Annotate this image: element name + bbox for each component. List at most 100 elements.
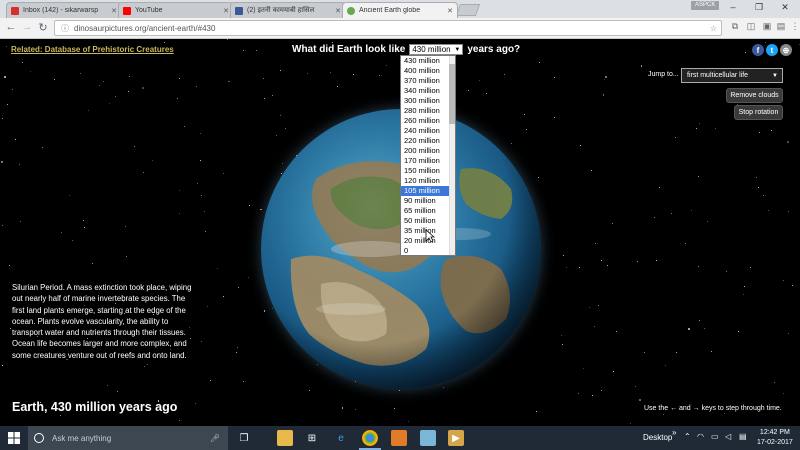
- year-option[interactable]: 300 million: [401, 96, 455, 106]
- star: [636, 260, 638, 262]
- star: [1, 161, 4, 163]
- app-icon[interactable]: [420, 430, 436, 446]
- year-dropdown-list[interactable]: 430 million 400 million 370 million 340 mil…: [400, 55, 456, 256]
- address-bar[interactable]: ⓘ dinosaurpictures.org/ancient-earth/#43…: [54, 20, 722, 36]
- tab-gmail[interactable]: Inbox (142) - sikarwarsp ✕: [6, 2, 122, 18]
- cortana-icon: [34, 433, 44, 443]
- extension-icon[interactable]: ◫: [744, 21, 758, 32]
- year-option[interactable]: 370 million: [401, 76, 455, 86]
- twitter-share-icon[interactable]: t: [766, 44, 778, 56]
- star: [655, 260, 657, 262]
- remove-clouds-button[interactable]: Remove clouds: [727, 89, 782, 102]
- file-explorer-icon[interactable]: [277, 430, 293, 446]
- chrome-icon[interactable]: [362, 430, 378, 446]
- edge-icon[interactable]: e: [333, 430, 349, 446]
- star: [11, 89, 13, 91]
- star: [726, 270, 728, 272]
- star: [597, 304, 599, 306]
- page-content: Related: Database of Prehistoric Creatur…: [0, 39, 800, 426]
- microphone-icon[interactable]: 🎤︎: [210, 434, 220, 443]
- dropdown-scrollbar[interactable]: [449, 56, 455, 255]
- star: [601, 389, 603, 391]
- bookmark-star-icon[interactable]: ☆: [710, 24, 717, 33]
- notifications-icon[interactable]: ▤: [739, 432, 747, 441]
- extension-icon[interactable]: ▣: [760, 21, 774, 32]
- year-select[interactable]: 430 million ▼: [409, 44, 464, 55]
- tab-facebook[interactable]: (2) इतनी कामयाबी हासिल ✕: [230, 2, 346, 18]
- minimize-icon[interactable]: –: [722, 2, 744, 12]
- year-option[interactable]: 65 million: [401, 206, 455, 216]
- close-icon[interactable]: ✕: [223, 7, 229, 15]
- star: [697, 266, 699, 268]
- year-option[interactable]: 50 million: [401, 216, 455, 226]
- close-icon[interactable]: ✕: [447, 7, 453, 15]
- year-option[interactable]: 260 million: [401, 116, 455, 126]
- show-hidden-icons[interactable]: ⌃: [684, 432, 691, 441]
- battery-icon[interactable]: ▭: [711, 432, 719, 441]
- year-option[interactable]: 220 million: [401, 136, 455, 146]
- close-icon[interactable]: ✕: [111, 7, 117, 15]
- close-window-icon[interactable]: ✕: [774, 2, 796, 13]
- reload-icon[interactable]: ↻: [36, 21, 50, 34]
- year-option[interactable]: 400 million: [401, 66, 455, 76]
- task-view-icon[interactable]: ❐: [236, 430, 252, 446]
- extension-icon[interactable]: ⧉: [728, 21, 742, 32]
- star: [128, 90, 130, 92]
- star: [644, 352, 646, 354]
- media-player-icon[interactable]: ▶: [448, 430, 464, 446]
- new-tab-button[interactable]: [455, 4, 481, 16]
- desktop-toolbar-label[interactable]: Desktop: [643, 433, 672, 442]
- year-option[interactable]: 280 million: [401, 106, 455, 116]
- wifi-icon[interactable]: ◠: [697, 432, 704, 441]
- menu-icon[interactable]: ⋮: [788, 21, 800, 32]
- search-placeholder: Ask me anything: [52, 433, 112, 443]
- period-description: Silurian Period. A mass extinction took …: [12, 283, 192, 360]
- facebook-icon: [235, 6, 243, 15]
- back-icon[interactable]: ←: [4, 21, 18, 33]
- store-icon[interactable]: ⊞: [304, 430, 320, 446]
- star: [478, 79, 480, 81]
- chevron-up-icon[interactable]: »: [672, 428, 676, 437]
- tab-youtube[interactable]: YouTube ✕: [118, 2, 234, 18]
- star: [399, 389, 401, 391]
- year-option[interactable]: 240 million: [401, 126, 455, 136]
- jump-to-select[interactable]: first multicellular life ▼: [681, 68, 783, 83]
- system-clock[interactable]: 12:42 PM 17-02-2017: [757, 428, 793, 448]
- star: [144, 365, 146, 367]
- star: [117, 391, 119, 393]
- year-option[interactable]: 105 million: [401, 186, 455, 196]
- info-icon[interactable]: ⓘ: [61, 23, 69, 34]
- year-option[interactable]: 340 million: [401, 86, 455, 96]
- stop-rotation-button[interactable]: Stop rotation: [735, 106, 782, 119]
- scrollbar-thumb[interactable]: [449, 64, 455, 124]
- app-icon[interactable]: [391, 430, 407, 446]
- share-icon[interactable]: ⊕: [780, 44, 792, 56]
- profile-badge[interactable]: ASPCK: [691, 1, 720, 10]
- tab-ancient-earth[interactable]: Ancient Earth globe ✕: [342, 2, 458, 18]
- year-option[interactable]: 90 million: [401, 196, 455, 206]
- related-database-link[interactable]: Related: Database of Prehistoric Creatur…: [11, 45, 174, 54]
- star: [791, 284, 793, 286]
- maximize-icon[interactable]: ❐: [748, 2, 770, 13]
- year-option[interactable]: 200 million: [401, 146, 455, 156]
- volume-icon[interactable]: ◁: [725, 432, 731, 441]
- star: [379, 74, 381, 76]
- forward-icon[interactable]: →: [20, 21, 34, 33]
- year-option[interactable]: 120 million: [401, 176, 455, 186]
- star: [699, 122, 701, 124]
- clock-time: 12:42 PM: [759, 429, 790, 436]
- year-select-value: 430 million: [412, 45, 451, 54]
- star: [91, 263, 93, 265]
- facebook-share-icon[interactable]: f: [752, 44, 764, 56]
- star: [248, 205, 250, 207]
- cortana-search-box[interactable]: Ask me anything 🎤︎: [28, 426, 228, 450]
- year-option[interactable]: 150 million: [401, 166, 455, 176]
- extension-icon[interactable]: ▤: [774, 21, 788, 32]
- star: [87, 109, 89, 111]
- year-option[interactable]: 170 million: [401, 156, 455, 166]
- year-option[interactable]: 430 million: [401, 56, 455, 66]
- year-option[interactable]: 0: [401, 246, 455, 256]
- windows-start-button[interactable]: [0, 426, 28, 450]
- star: [178, 78, 180, 80]
- close-icon[interactable]: ✕: [335, 7, 341, 15]
